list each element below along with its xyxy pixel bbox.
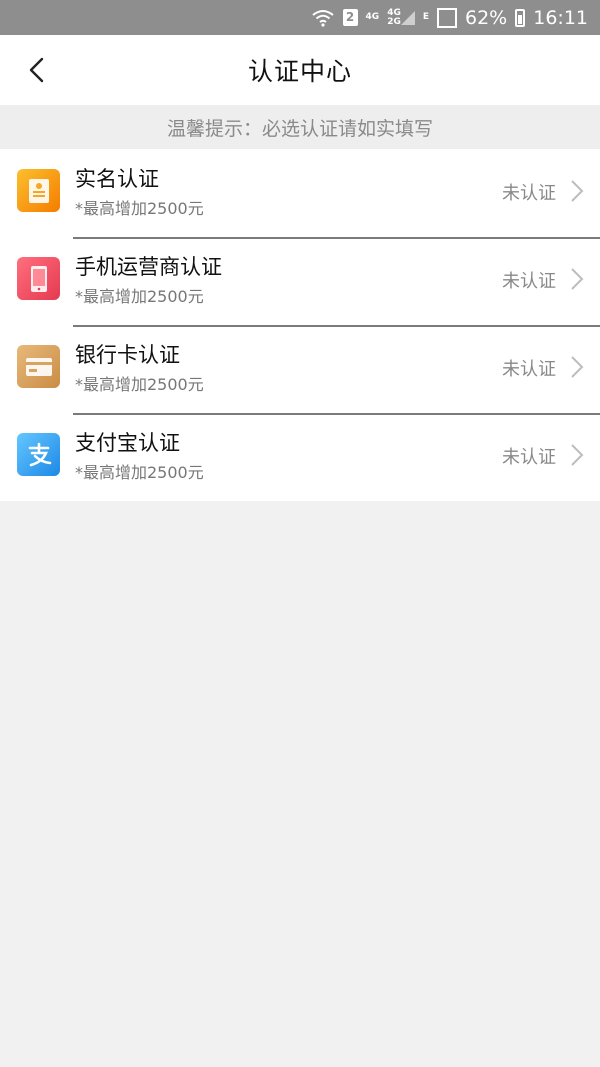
item-subtitle: *最高增加2500元 [75,287,204,306]
wifi-icon [311,9,335,27]
chevron-right-icon [571,444,584,466]
item-title: 实名认证 [75,167,159,191]
item-status: 未认证 [502,359,556,380]
item-title: 银行卡认证 [75,343,180,367]
item-subtitle: *最高增加2500元 [75,375,204,394]
item-title: 支付宝认证 [75,431,180,455]
list-item-alipay[interactable]: 支付宝认证 *最高增加2500元 未认证 [0,413,600,501]
back-button[interactable] [18,52,54,88]
item-text: 银行卡认证 *最高增加2500元 [75,341,204,398]
bank-card-icon [17,345,60,388]
battery-icon [515,8,526,27]
item-status: 未认证 [502,183,556,204]
id-card-icon [17,169,60,212]
network-b: 4G 2G [387,8,415,27]
battery-percent: 62% [465,6,508,29]
signal-box-icon [437,7,457,28]
item-text: 支付宝认证 *最高增加2500元 [75,429,204,486]
item-subtitle: *最高增加2500元 [75,463,204,482]
list-item-real-name[interactable]: 实名认证 *最高增加2500元 未认证 [0,149,600,237]
chevron-right-icon [571,180,584,202]
item-title: 手机运营商认证 [75,255,222,279]
clock: 16:11 [533,6,588,29]
item-status: 未认证 [502,271,556,292]
item-text: 手机运营商认证 *最高增加2500元 [75,253,222,310]
verification-list: 实名认证 *最高增加2500元 未认证 手机运营商认证 *最高增加2500元 未… [0,149,600,501]
header-bar: 认证中心 [0,35,600,105]
tip-banner: 温馨提示：必选认证请如实填写 [0,105,600,149]
status-bar: 2 4G 4G 2G E 62% 16:11 [0,0,600,35]
sim-slot-badge: 2 [342,9,358,26]
signal-icon [400,10,415,25]
chevron-left-icon [29,57,44,83]
chevron-right-icon [571,268,584,290]
list-item-carrier[interactable]: 手机运营商认证 *最高增加2500元 未认证 [0,237,600,325]
page-title: 认证中心 [247,57,352,86]
list-item-bank-card[interactable]: 银行卡认证 *最高增加2500元 未认证 [0,325,600,413]
network-a: 4G [365,12,380,22]
network-e: E [422,12,429,22]
chevron-right-icon [571,356,584,378]
item-subtitle: *最高增加2500元 [75,199,204,218]
tip-text: 温馨提示：必选认证请如实填写 [166,117,433,140]
alipay-icon [17,433,60,476]
mobile-phone-icon [17,257,60,300]
item-text: 实名认证 *最高增加2500元 [75,165,204,222]
item-status: 未认证 [502,447,556,468]
